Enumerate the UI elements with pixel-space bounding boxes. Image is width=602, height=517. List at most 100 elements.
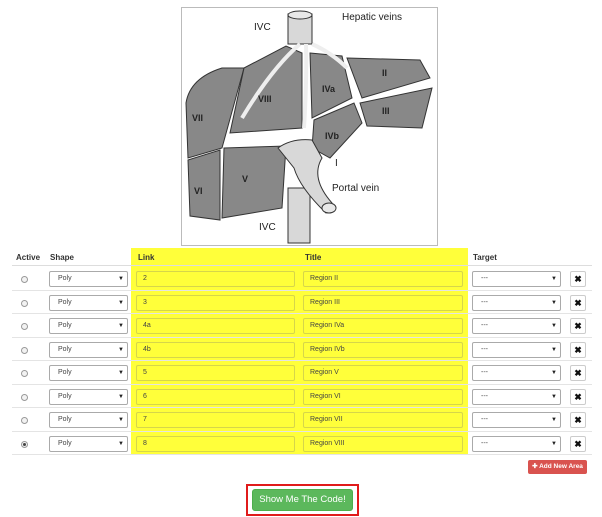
target-value: --- [481,439,488,447]
segment-vi-label: VI [194,186,203,196]
active-radio[interactable] [21,393,28,401]
caret-down-icon: ▼ [551,323,557,329]
target-value: --- [481,369,488,376]
shape-select[interactable]: Poly ▼ [49,388,128,405]
shape-value: Poly [58,298,72,306]
caret-down-icon: ▼ [118,370,124,376]
link-input[interactable]: 4b [136,341,295,358]
show-code-highlight: Show Me The Code! [246,484,359,516]
segment-iii-label: III [382,106,390,116]
target-value: --- [481,298,488,306]
caret-down-icon: ▼ [118,276,124,282]
target-value: --- [481,416,488,423]
shape-value: Poly [58,275,72,282]
shape-value: Poly [58,369,72,376]
target-value: --- [481,345,488,353]
header-target: Target [473,253,497,262]
shape-select[interactable]: Poly ▼ [49,294,128,311]
link-input[interactable]: 5 [136,365,295,381]
row-divider [12,313,592,314]
segment-v-label: V [242,174,248,184]
ivc-bottom-label: IVC [259,222,276,233]
delete-row-button[interactable]: ✖ [570,318,586,334]
delete-row-button[interactable]: ✖ [570,365,586,381]
link-input[interactable]: 7 [136,412,295,428]
active-radio[interactable] [21,417,28,424]
caret-down-icon: ▼ [118,323,124,329]
row-divider [12,407,592,408]
title-input[interactable]: Region VI [303,388,463,405]
header-shape: Shape [50,253,75,262]
caret-down-icon: ▼ [551,299,557,306]
add-new-area-button[interactable]: ✚ Add New Area [528,460,587,474]
active-radio[interactable] [21,299,28,307]
caret-down-icon: ▼ [551,346,557,353]
ivc-top-label: IVC [254,22,271,33]
target-value: --- [481,275,488,282]
active-radio[interactable] [21,323,28,330]
title-input[interactable]: Region II [303,271,463,287]
shape-value: Poly [58,416,72,423]
header-active: Active [16,253,41,262]
active-radio[interactable] [21,276,28,283]
caret-down-icon: ▼ [551,276,557,282]
caret-down-icon: ▼ [118,346,124,353]
row-divider [12,289,592,291]
link-input[interactable]: 6 [136,388,295,405]
show-code-button[interactable]: Show Me The Code! [252,489,353,511]
caret-down-icon: ▼ [551,393,557,400]
link-input[interactable]: 8 [136,435,295,452]
title-input[interactable]: Region VII [303,412,463,428]
title-input[interactable]: Region IVb [303,341,463,358]
delete-row-button[interactable]: ✖ [570,435,586,452]
link-input[interactable]: 4a [136,318,295,334]
target-value: --- [481,392,488,400]
target-select[interactable]: --- ▼ [472,271,561,287]
liver-segments-image: IVC Hepatic veins IVC Portal vein I II I… [181,7,438,246]
link-input[interactable]: 3 [136,294,295,311]
shape-select[interactable]: Poly ▼ [49,365,128,381]
shape-select[interactable]: Poly ▼ [49,318,128,334]
shape-select[interactable]: Poly ▼ [49,341,128,358]
segment-ii-label: II [382,68,387,78]
target-select[interactable]: --- ▼ [472,412,561,428]
delete-row-button[interactable]: ✖ [570,388,586,405]
segment-viii-label: VIII [258,94,272,104]
shape-value: Poly [58,322,72,329]
title-input[interactable]: Region III [303,294,463,311]
delete-row-button[interactable]: ✖ [570,271,586,287]
header-divider [12,265,592,266]
row-divider [12,430,592,432]
shape-select[interactable]: Poly ▼ [49,412,128,428]
target-value: --- [481,322,488,329]
segment-ivb-label: IVb [325,131,340,141]
active-radio[interactable] [21,440,28,448]
caret-down-icon: ▼ [551,417,557,423]
target-select[interactable]: --- ▼ [472,435,561,452]
target-select[interactable]: --- ▼ [472,341,561,358]
target-select[interactable]: --- ▼ [472,294,561,311]
target-select[interactable]: --- ▼ [472,365,561,381]
segment-iva-label: IVa [322,84,336,94]
shape-select[interactable]: Poly ▼ [49,435,128,452]
header-link: Link [138,253,155,262]
delete-row-button[interactable]: ✖ [570,294,586,311]
row-divider [12,360,592,361]
title-input[interactable]: Region V [303,365,463,381]
link-input[interactable]: 2 [136,271,295,287]
segment-i-label: I [335,158,338,169]
target-select[interactable]: --- ▼ [472,318,561,334]
caret-down-icon: ▼ [118,393,124,400]
row-divider [12,336,592,338]
title-input[interactable]: Region IVa [303,318,463,334]
target-select[interactable]: --- ▼ [472,388,561,405]
title-input[interactable]: Region VIII [303,435,463,452]
delete-row-button[interactable]: ✖ [570,412,586,428]
segment-vii-label: VII [192,113,203,123]
delete-row-button[interactable]: ✖ [570,341,586,358]
caret-down-icon: ▼ [118,440,124,447]
active-radio[interactable] [21,346,28,354]
active-radio[interactable] [21,370,28,377]
caret-down-icon: ▼ [118,299,124,306]
shape-select[interactable]: Poly ▼ [49,271,128,287]
